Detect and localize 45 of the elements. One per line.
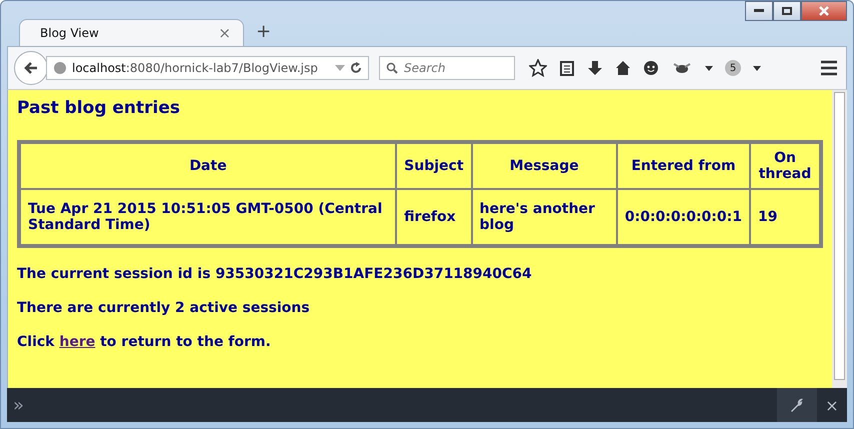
maximize-button[interactable] <box>773 1 801 21</box>
home-icon[interactable] <box>615 60 631 76</box>
browser-tab[interactable]: Blog View × <box>19 19 244 46</box>
column-header: On thread <box>750 143 820 189</box>
table-cell: Tue Apr 21 2015 10:51:05 GMT-0500 (Central Standard Time) <box>20 189 396 245</box>
table-cell: firefox <box>396 189 472 245</box>
table-cell: 0:0:0:0:0:0:0:1 <box>616 189 750 245</box>
session-text: The current session id is 93530321C293B1AFE236D37118940C64 <box>17 266 533 282</box>
reading-list-icon[interactable] <box>559 60 575 76</box>
search-field[interactable]: Search <box>379 56 515 80</box>
minimize-icon <box>754 9 764 13</box>
badge-counter[interactable]: 5 <box>725 60 741 76</box>
download-icon[interactable] <box>587 60 603 76</box>
dropdown-icon[interactable] <box>705 66 713 70</box>
menu-icon[interactable] <box>820 60 838 76</box>
dropdown-icon[interactable] <box>753 66 761 70</box>
console-prompt: » <box>12 394 24 416</box>
return-sentence: Click here to return to the form. <box>17 334 272 350</box>
address-bar[interactable]: localhost:8080/hornick-lab7/BlogView.jsp <box>46 56 369 80</box>
back-button[interactable] <box>14 51 48 85</box>
active-sessions-text: There are currently 2 active sessions <box>17 300 311 316</box>
chat-icon[interactable] <box>643 60 659 76</box>
tab-close-button[interactable]: × <box>218 24 231 42</box>
scrollbar[interactable] <box>832 90 847 388</box>
close-icon <box>819 6 829 16</box>
reload-icon[interactable] <box>350 62 362 74</box>
new-tab-button[interactable]: + <box>256 21 272 42</box>
minimize-button[interactable] <box>745 1 773 21</box>
url-text: localhost:8080/hornick-lab7/BlogView.jsp <box>72 61 319 75</box>
column-header: Message <box>472 143 617 189</box>
star-icon[interactable] <box>529 59 547 77</box>
close-button[interactable] <box>801 1 847 21</box>
devtools-close-button[interactable]: × <box>817 388 847 422</box>
table-cell: here's another blog <box>472 189 617 245</box>
wrench-icon[interactable] <box>789 397 805 413</box>
globe-icon <box>53 61 67 75</box>
here-link[interactable]: here <box>59 334 96 350</box>
column-header: Entered from <box>616 143 750 189</box>
column-header: Subject <box>396 143 472 189</box>
maximize-icon <box>782 7 792 15</box>
column-header: Date <box>20 143 396 189</box>
table-cell: 19 <box>750 189 820 245</box>
tab-title: Blog View <box>40 26 99 40</box>
back-arrow-icon <box>24 62 38 74</box>
page-heading: Past blog entries <box>17 98 182 118</box>
